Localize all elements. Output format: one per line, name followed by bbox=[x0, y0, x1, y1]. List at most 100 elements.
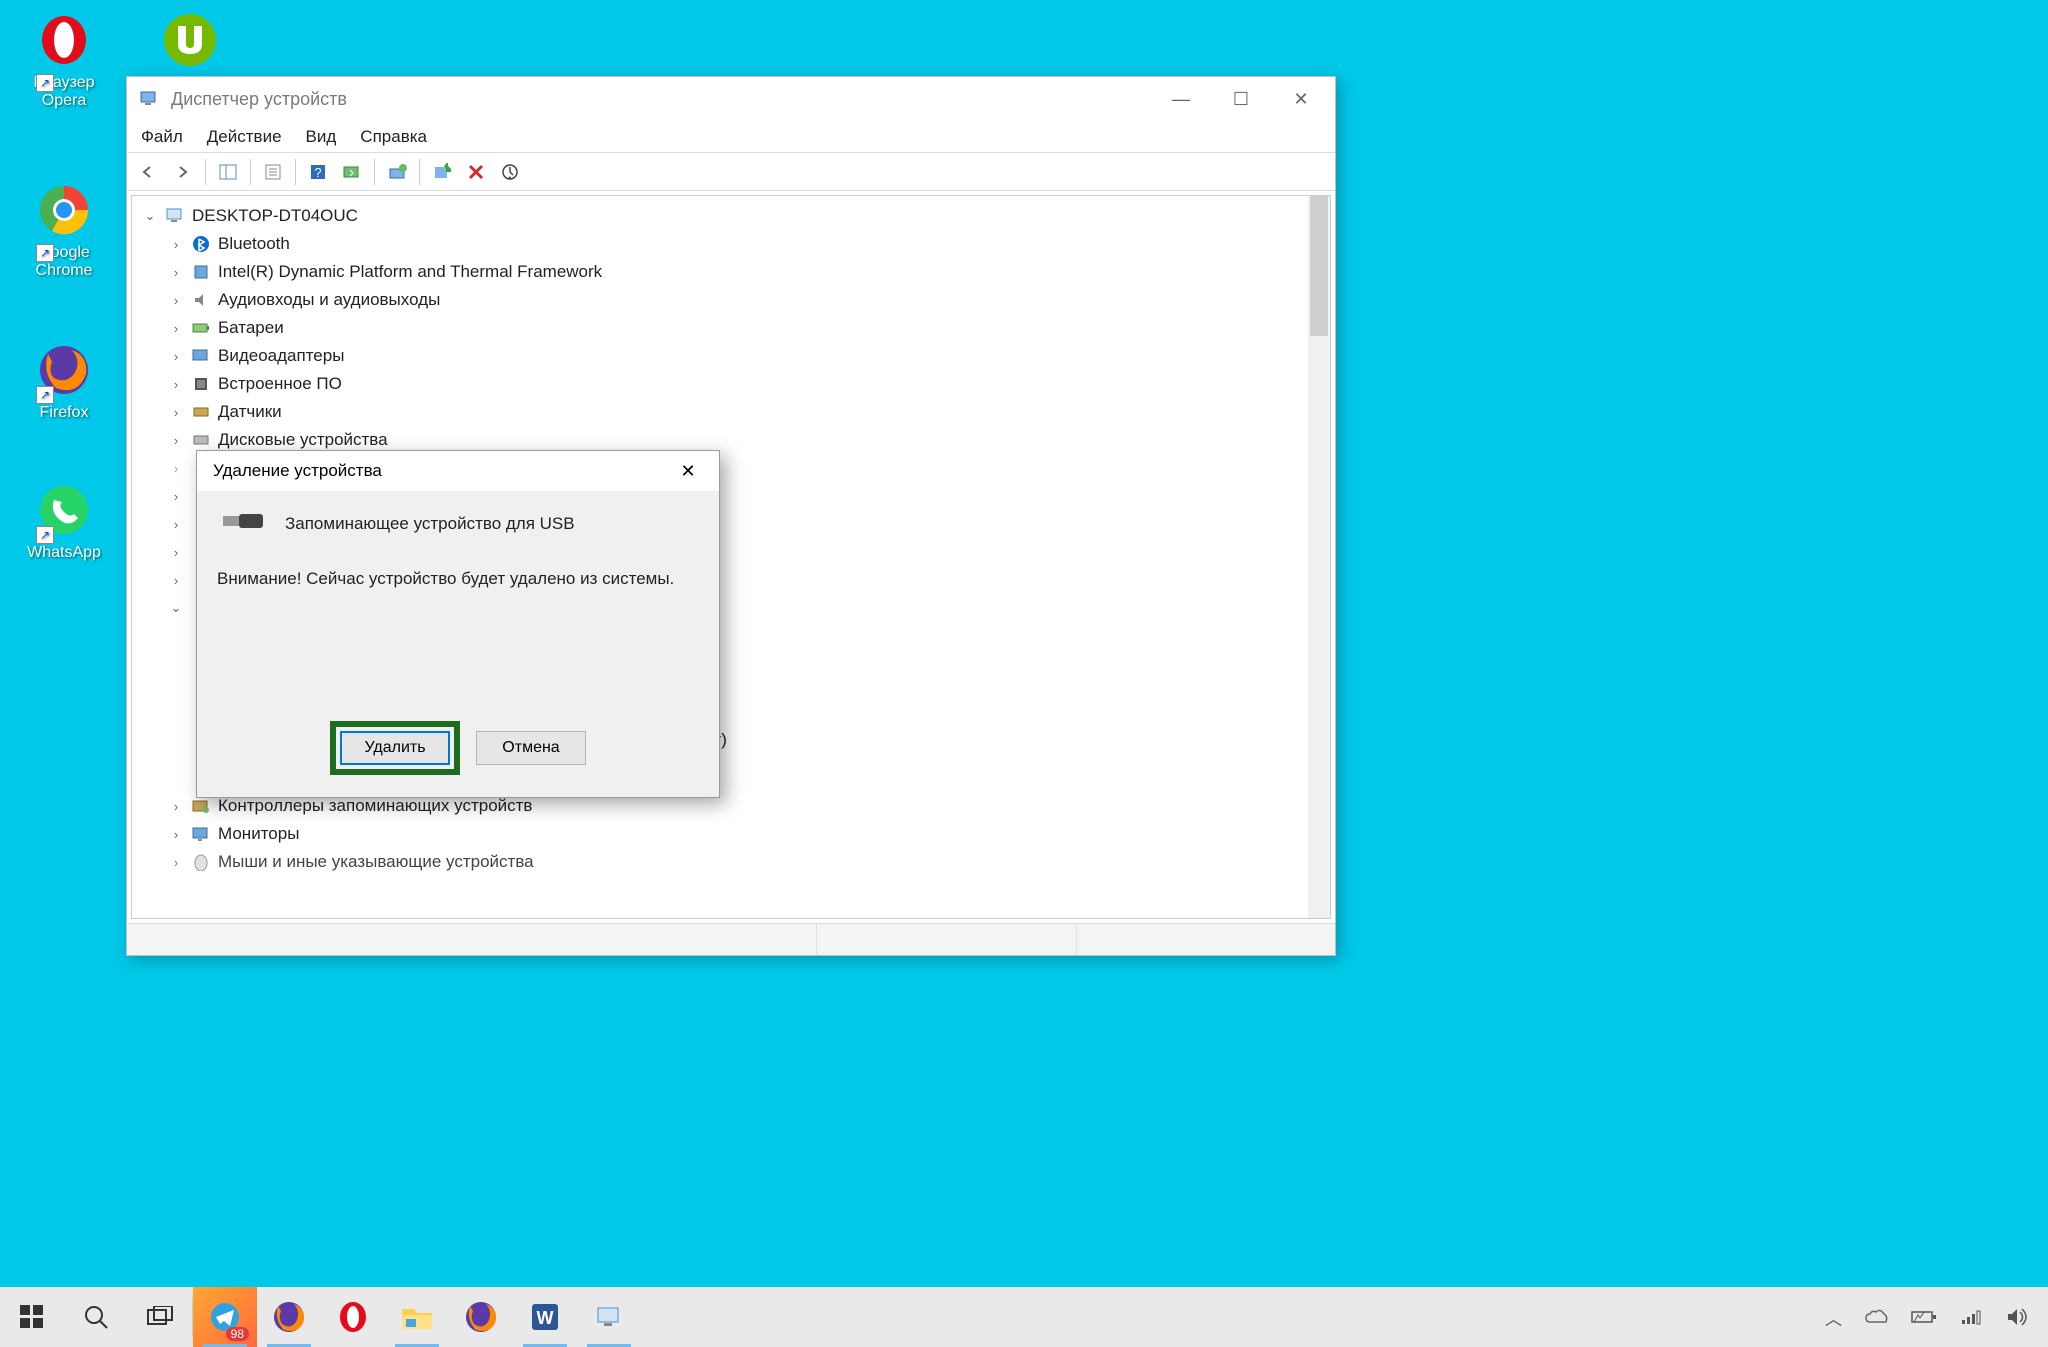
app-icon bbox=[139, 88, 161, 110]
collapse-icon[interactable]: ⌄ bbox=[142, 208, 158, 224]
menu-view[interactable]: Вид bbox=[306, 127, 337, 147]
taskbar-opera[interactable] bbox=[321, 1287, 385, 1347]
statusbar bbox=[127, 923, 1335, 955]
taskbar-device-manager[interactable] bbox=[577, 1287, 641, 1347]
expand-icon[interactable]: › bbox=[168, 293, 184, 308]
tree-node-mice[interactable]: › Мыши и иные указывающие устройства bbox=[142, 848, 1330, 876]
properties-button[interactable] bbox=[259, 158, 287, 186]
collapse-icon[interactable]: ⌄ bbox=[168, 600, 184, 616]
tray-chevron-up-icon[interactable]: ︿ bbox=[1825, 1305, 1842, 1330]
help-button[interactable]: ? bbox=[304, 158, 332, 186]
show-hide-button[interactable] bbox=[214, 158, 242, 186]
menu-action[interactable]: Действие bbox=[207, 127, 282, 147]
tray-volume-icon[interactable] bbox=[2006, 1307, 2030, 1327]
menubar: Файл Действие Вид Справка bbox=[127, 121, 1335, 153]
tree-node-label: Bluetooth bbox=[218, 234, 290, 254]
desktop-icon-firefox[interactable]: ↗ Firefox bbox=[14, 340, 114, 422]
monitor-icon bbox=[190, 824, 212, 844]
taskbar-word[interactable]: W bbox=[513, 1287, 577, 1347]
tree-node-intel[interactable]: › Intel(R) Dynamic Platform and Thermal … bbox=[142, 258, 1330, 286]
tree-node-label: Аудиовходы и аудиовыходы bbox=[218, 290, 440, 310]
highlight-annotation: Удалить bbox=[330, 721, 460, 775]
svg-text:W: W bbox=[537, 1308, 554, 1328]
taskbar-file-explorer[interactable] bbox=[385, 1287, 449, 1347]
dialog-close-button[interactable]: ✕ bbox=[665, 452, 711, 490]
cancel-button[interactable]: Отмена bbox=[476, 731, 586, 765]
expand-icon[interactable]: › bbox=[168, 321, 184, 336]
scan-hardware-button[interactable] bbox=[496, 158, 524, 186]
tree-root[interactable]: ⌄ DESKTOP-DT04OUC bbox=[142, 202, 1330, 230]
tree-node-audio[interactable]: › Аудиовходы и аудиовыходы bbox=[142, 286, 1330, 314]
vertical-scrollbar[interactable] bbox=[1308, 196, 1330, 918]
expand-icon[interactable]: › bbox=[168, 265, 184, 280]
expand-icon[interactable]: › bbox=[168, 433, 184, 448]
desktop-icon-utorrent[interactable] bbox=[140, 10, 240, 74]
task-view-button[interactable] bbox=[128, 1287, 192, 1347]
tree-node-firmware[interactable]: › Встроенное ПО bbox=[142, 370, 1330, 398]
sensor-icon bbox=[190, 402, 212, 422]
taskbar[interactable]: 98 W ︿ bbox=[0, 1287, 2048, 1347]
tree-node-label: Intel(R) Dynamic Platform and Thermal Fr… bbox=[218, 262, 602, 282]
svg-text:?: ? bbox=[314, 165, 321, 180]
tree-node-bluetooth[interactable]: › Bluetooth bbox=[142, 230, 1330, 258]
system-tray[interactable]: ︿ bbox=[1807, 1305, 2048, 1330]
expand-icon[interactable]: › bbox=[168, 405, 184, 420]
shortcut-arrow-icon: ↗ bbox=[36, 526, 54, 544]
tree-node-display[interactable]: › Видеоадаптеры bbox=[142, 342, 1330, 370]
battery-icon bbox=[190, 318, 212, 338]
desktop-icon-chrome[interactable]: ↗ Google Chrome bbox=[14, 180, 114, 280]
usb-device-icon bbox=[223, 509, 267, 539]
expand-icon[interactable]: › bbox=[168, 461, 184, 476]
tree-node-label: Видеоадаптеры bbox=[218, 346, 344, 366]
telegram-badge: 98 bbox=[226, 1327, 249, 1341]
audio-icon bbox=[190, 290, 212, 310]
expand-icon[interactable]: › bbox=[168, 827, 184, 842]
desktop-icon-label: WhatsApp bbox=[14, 544, 114, 562]
start-button[interactable] bbox=[0, 1287, 64, 1347]
tree-node-battery[interactable]: › Батареи bbox=[142, 314, 1330, 342]
close-button[interactable]: ✕ bbox=[1271, 79, 1331, 119]
tray-onedrive-icon[interactable] bbox=[1864, 1308, 1888, 1326]
menu-file[interactable]: Файл bbox=[141, 127, 183, 147]
shortcut-arrow-icon: ↗ bbox=[36, 386, 54, 404]
update-driver-button[interactable] bbox=[383, 158, 411, 186]
storage-controller-icon bbox=[190, 796, 212, 816]
disk-icon bbox=[190, 430, 212, 450]
tree-node-label: Батареи bbox=[218, 318, 284, 338]
dialog-titlebar[interactable]: Удаление устройства ✕ bbox=[197, 451, 719, 491]
tray-battery-icon[interactable] bbox=[1910, 1309, 1938, 1325]
maximize-button[interactable]: ☐ bbox=[1211, 79, 1271, 119]
search-button[interactable] bbox=[64, 1287, 128, 1347]
titlebar[interactable]: Диспетчер устройств — ☐ ✕ bbox=[127, 77, 1335, 121]
desktop-icon-whatsapp[interactable]: ↗ WhatsApp bbox=[14, 480, 114, 562]
uninstall-button[interactable] bbox=[462, 158, 490, 186]
uninstall-device-dialog: Удаление устройства ✕ Запоминающее устро… bbox=[196, 450, 720, 798]
uninstall-confirm-button[interactable]: Удалить bbox=[340, 731, 450, 765]
tree-node-monitors[interactable]: › Мониторы bbox=[142, 820, 1330, 848]
expand-icon[interactable]: › bbox=[168, 855, 184, 870]
expand-icon[interactable]: › bbox=[168, 377, 184, 392]
scan-button[interactable] bbox=[338, 158, 366, 186]
desktop-icon-label: Google Chrome bbox=[14, 244, 114, 280]
minimize-button[interactable]: — bbox=[1151, 79, 1211, 119]
window-title: Диспетчер устройств bbox=[171, 89, 1151, 110]
taskbar-telegram[interactable]: 98 bbox=[193, 1287, 257, 1347]
menu-help[interactable]: Справка bbox=[360, 127, 427, 147]
tree-node-label: Мыши и иные указывающие устройства bbox=[218, 852, 534, 872]
taskbar-firefox1[interactable] bbox=[257, 1287, 321, 1347]
expand-icon[interactable]: › bbox=[168, 349, 184, 364]
disable-button[interactable] bbox=[428, 158, 456, 186]
tree-node-label: Встроенное ПО bbox=[218, 374, 342, 394]
tree-node-label: Дисковые устройства bbox=[218, 430, 388, 450]
back-button[interactable] bbox=[135, 158, 163, 186]
scrollbar-thumb[interactable] bbox=[1310, 196, 1328, 336]
tree-node-sensors[interactable]: › Датчики bbox=[142, 398, 1330, 426]
tray-network-icon[interactable] bbox=[1960, 1308, 1984, 1326]
desktop-icon-opera[interactable]: ↗ Браузер Opera bbox=[14, 10, 114, 110]
expand-icon[interactable]: › bbox=[168, 237, 184, 252]
taskbar-firefox2[interactable] bbox=[449, 1287, 513, 1347]
forward-button[interactable] bbox=[169, 158, 197, 186]
expand-icon[interactable]: › bbox=[168, 799, 184, 814]
tree-node-label: Мониторы bbox=[218, 824, 299, 844]
shortcut-arrow-icon: ↗ bbox=[36, 244, 54, 262]
